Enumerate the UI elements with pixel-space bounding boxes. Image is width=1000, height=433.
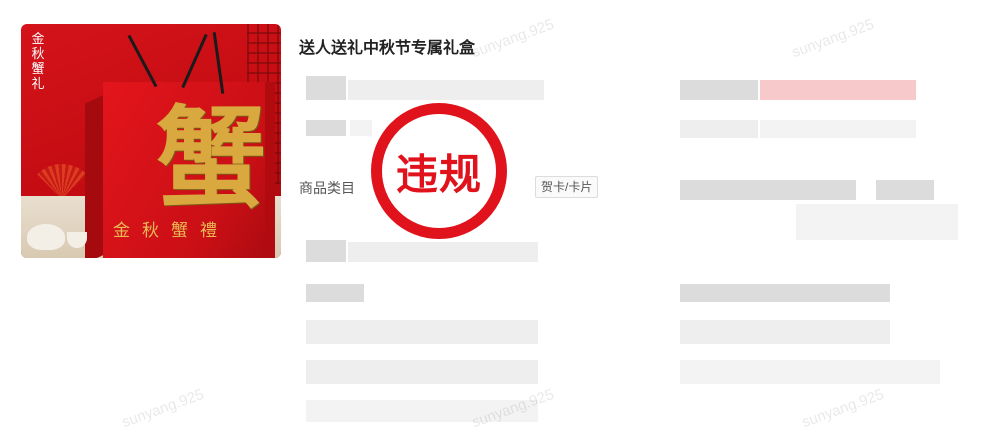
- redacted-block: [680, 360, 940, 384]
- watermark: sunyang.925: [799, 385, 887, 432]
- redacted-block: [306, 320, 538, 344]
- redacted-block: [680, 284, 890, 302]
- redacted-block: [306, 76, 346, 100]
- redacted-block: [760, 80, 916, 100]
- watermark: sunyang.925: [119, 385, 207, 432]
- redacted-block: [796, 204, 958, 240]
- redacted-block: [680, 120, 758, 138]
- product-title[interactable]: 送人送礼中秋节专属礼盒: [299, 34, 475, 58]
- redacted-block: [680, 180, 856, 200]
- gift-box-handle: [127, 34, 158, 88]
- redacted-block: [306, 240, 346, 262]
- redacted-block: [350, 120, 372, 136]
- redacted-block: [348, 80, 544, 100]
- redacted-block: [306, 120, 346, 136]
- category-label: 商品类目: [299, 180, 355, 196]
- watermark: sunyang.925: [469, 15, 557, 62]
- redacted-block: [306, 284, 364, 302]
- violation-stamp-text: 违规: [395, 150, 482, 198]
- watermark: sunyang.925: [789, 15, 877, 62]
- teapot: [27, 224, 65, 250]
- redacted-block: [760, 120, 916, 138]
- product-image[interactable]: 蟹 金秋蟹禮 金秋蟹礼: [21, 24, 281, 258]
- violation-stamp: 违规: [371, 103, 507, 239]
- category-tag[interactable]: 贺卡/卡片: [535, 176, 599, 198]
- gift-box-handle: [181, 33, 208, 89]
- redacted-block: [306, 360, 538, 384]
- gift-box-calligraphy: 蟹: [156, 94, 266, 223]
- gift-box-bottom-text: 金秋蟹禮: [113, 221, 229, 241]
- image-vertical-title: 金秋蟹礼: [31, 32, 45, 92]
- product-listing-page: 蟹 金秋蟹禮 金秋蟹礼 送人送礼中秋节专属礼盒 商品类目 贺卡/卡片 违规 su…: [0, 0, 1000, 433]
- redacted-block: [680, 80, 758, 100]
- redacted-block: [348, 242, 538, 262]
- redacted-block: [680, 320, 890, 344]
- redacted-block: [876, 180, 934, 200]
